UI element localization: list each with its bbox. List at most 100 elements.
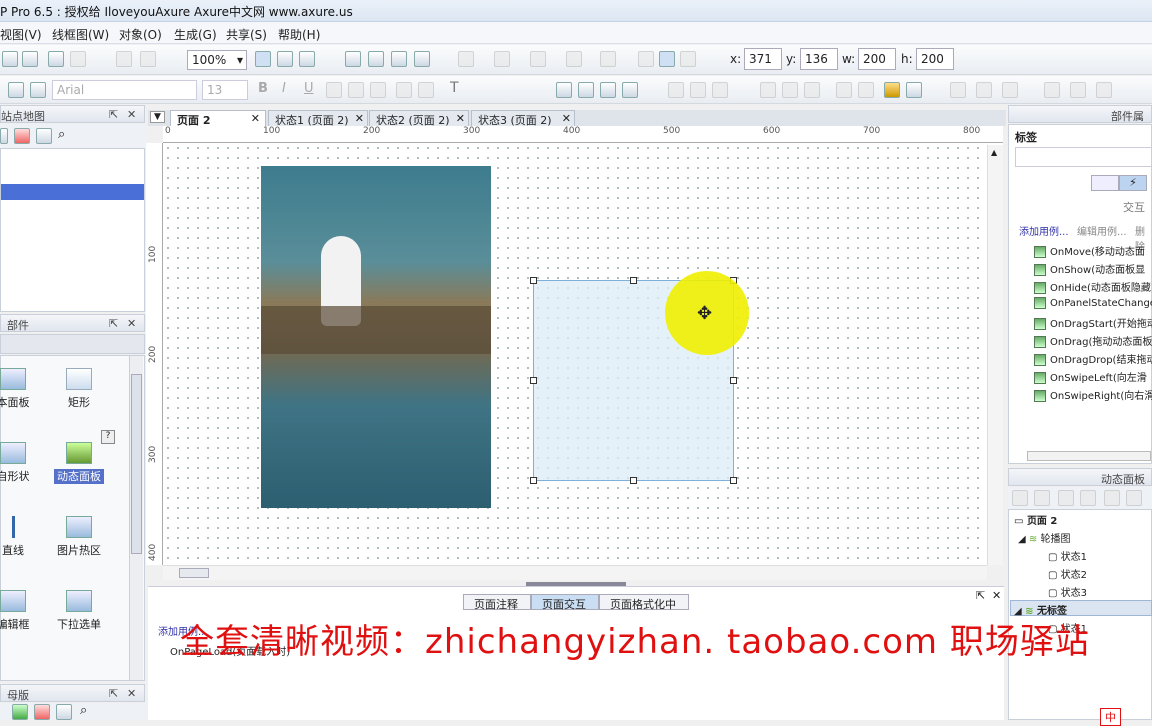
properties-tab-icon[interactable] [1091, 175, 1119, 191]
photo-image[interactable] [261, 166, 491, 508]
close-icon[interactable]: ✕ [992, 589, 1001, 602]
tab-menu-icon[interactable]: ▼ [150, 111, 165, 123]
format-painter-icon[interactable] [30, 82, 46, 98]
pin-icon[interactable]: ⇱ [109, 687, 118, 700]
undo-icon[interactable] [48, 51, 64, 67]
tree-page[interactable]: ▭ 页面 2 [1014, 512, 1057, 527]
move-up-icon[interactable] [1058, 490, 1074, 506]
text-align-left-icon[interactable] [326, 82, 342, 98]
add-case-link[interactable]: 添加用例... [1019, 223, 1069, 238]
padding-left-icon[interactable] [976, 82, 992, 98]
widgets-scrollbar[interactable] [129, 356, 143, 680]
canvas-hscrollbar[interactable] [163, 565, 987, 580]
event-onshow[interactable]: OnShow(动态面板显 [1034, 261, 1145, 276]
menu-wireframe[interactable]: 线框图(W) [52, 26, 109, 43]
page-move-icon[interactable] [36, 128, 52, 144]
paste-icon[interactable] [22, 51, 38, 67]
close-icon[interactable]: ✕ [456, 112, 465, 125]
tab-state1[interactable]: 状态1 (页面 2) ✕ [268, 110, 368, 127]
connector-icon[interactable] [299, 51, 315, 67]
ime-indicator[interactable]: 中 [1100, 708, 1121, 726]
event-ondrag[interactable]: OnDrag(拖动动态面板 [1034, 333, 1152, 348]
copy-icon[interactable] [2, 51, 18, 67]
tab-state3[interactable]: 状态3 (页面 2) ✕ [471, 110, 575, 127]
tab-state2[interactable]: 状态2 (页面 2) ✕ [369, 110, 469, 127]
resize-handle[interactable] [630, 477, 637, 484]
label-input[interactable] [1015, 147, 1152, 167]
design-canvas[interactable]: ✥ [163, 143, 1003, 565]
x-field[interactable]: 371 [744, 48, 782, 70]
select-mode-icon[interactable] [255, 51, 271, 67]
scroll-up-icon[interactable]: ▲ [991, 148, 997, 157]
resize-handle[interactable] [530, 477, 537, 484]
tree-state1[interactable]: ▢ 状态1 [1048, 548, 1087, 563]
add-state-icon[interactable] [1012, 490, 1028, 506]
edit-state-icon[interactable] [1126, 490, 1142, 506]
canvas-vscrollbar[interactable]: ▲ [987, 145, 1003, 565]
text-align-center-icon[interactable] [348, 82, 364, 98]
event-ondragstart[interactable]: OnDragStart(开始拖动 [1034, 315, 1152, 330]
close-icon[interactable]: ✕ [127, 108, 136, 121]
master-properties-icon[interactable] [56, 704, 72, 720]
help-icon[interactable]: ? [101, 430, 115, 444]
tree-state3[interactable]: ▢ 状态3 [1048, 584, 1087, 599]
send-back-icon[interactable] [578, 82, 594, 98]
text-style-icon[interactable] [8, 82, 24, 98]
font-size-select[interactable]: 13 [202, 80, 248, 100]
move-down-icon[interactable] [1080, 490, 1096, 506]
send-backward-icon[interactable] [622, 82, 638, 98]
sitemap-selected-row[interactable] [1, 184, 144, 200]
close-icon[interactable]: ✕ [127, 317, 136, 330]
line-color-icon[interactable] [494, 51, 510, 67]
align-obj-left-icon[interactable] [668, 82, 684, 98]
h-field[interactable]: 200 [916, 48, 954, 70]
publish-icon[interactable] [368, 51, 384, 67]
widget-library-select[interactable] [0, 334, 145, 354]
lock-icon[interactable] [884, 82, 900, 98]
unlock-icon[interactable] [906, 82, 922, 98]
scroll-thumb[interactable] [131, 374, 142, 554]
event-onmove[interactable]: OnMove(移动动态面 [1034, 243, 1145, 258]
event-onswiperight[interactable]: OnSwipeRight(向右滑 [1034, 387, 1152, 402]
line-width-icon[interactable] [530, 51, 546, 67]
close-icon[interactable]: ✕ [127, 687, 136, 700]
generate-icon[interactable] [391, 51, 407, 67]
close-icon[interactable]: ✕ [562, 112, 571, 125]
widget-dynamic-panel[interactable]: 动态面板 [39, 442, 119, 484]
resize-handle[interactable] [530, 277, 537, 284]
widget-rectangle[interactable]: 矩形 [39, 368, 119, 410]
align-center-icon[interactable] [659, 51, 675, 67]
pin-icon[interactable]: ⇱ [976, 589, 985, 602]
align-left-icon[interactable] [638, 51, 654, 67]
menu-object[interactable]: 对象(O) [119, 26, 162, 43]
bring-forward-icon[interactable] [600, 82, 616, 98]
tab-page-notes[interactable]: 页面注释 [463, 594, 531, 611]
add-master-icon[interactable] [12, 704, 28, 720]
duplicate-state-icon[interactable] [1034, 490, 1050, 506]
delete-page-icon[interactable] [14, 128, 30, 144]
distribute-h-icon[interactable] [836, 82, 852, 98]
bring-front-icon[interactable] [556, 82, 572, 98]
fill-color-icon[interactable] [458, 51, 474, 67]
font-color-icon[interactable]: T [450, 80, 459, 96]
widget-dropdown[interactable]: 下拉选单 [39, 590, 119, 632]
padding-bottom-icon[interactable] [1070, 82, 1086, 98]
resize-handle[interactable] [530, 377, 537, 384]
tab-page-formatting[interactable]: 页面格式化中 [599, 594, 689, 611]
event-onswipeleft[interactable]: OnSwipeLeft(向左滑 [1034, 369, 1147, 384]
underline-icon[interactable]: U [304, 81, 314, 96]
share-icon[interactable] [414, 51, 430, 67]
close-icon[interactable]: ✕ [251, 112, 260, 125]
margin-icon[interactable] [950, 82, 966, 98]
align-obj-top-icon[interactable] [760, 82, 776, 98]
tree-panel-carousel[interactable]: ◢ ≋ 轮播图 [1018, 530, 1070, 545]
bold-icon[interactable]: B [258, 81, 268, 96]
search-icon[interactable]: ⌕ [58, 127, 65, 142]
ungroup-icon[interactable] [140, 51, 156, 67]
properties-hscrollbar[interactable] [1027, 451, 1151, 461]
padding-right-icon[interactable] [1044, 82, 1060, 98]
add-page-icon[interactable] [0, 128, 8, 144]
connect-mode-icon[interactable] [277, 51, 293, 67]
align-obj-center-icon[interactable] [690, 82, 706, 98]
pin-icon[interactable]: ⇱ [109, 317, 118, 330]
